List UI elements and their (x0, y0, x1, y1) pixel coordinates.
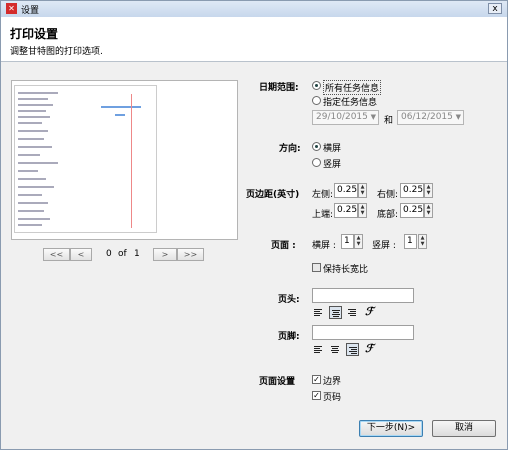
top-margin-label: 上端: (312, 210, 334, 220)
preview-line (18, 104, 53, 106)
preview-today-line (131, 94, 132, 228)
chevron-down-icon: ▼ (455, 113, 461, 121)
left-margin-input[interactable]: 0.25 (334, 183, 358, 198)
top-margin-input[interactable]: 0.25 (334, 203, 358, 218)
and-label: 和 (384, 116, 394, 126)
keep-ratio-label[interactable]: 保持长宽比 (323, 262, 368, 275)
landscape-label[interactable]: 横屏 (323, 141, 341, 154)
portrait-radio[interactable] (312, 158, 321, 167)
preview-line (18, 92, 58, 94)
title-bar: ✕ 设置 x (1, 1, 507, 18)
chevron-down-icon: ▼ (370, 113, 376, 121)
preview-line (18, 194, 42, 196)
top-margin-stepper[interactable]: ▲ ▼ (358, 203, 367, 218)
page-number-label[interactable]: 页码 (323, 390, 341, 403)
bottom-margin-label: 底部: (377, 210, 399, 220)
next-page-button[interactable]: > (153, 248, 177, 261)
preview-line (18, 178, 46, 180)
first-page-button[interactable]: << (43, 248, 70, 261)
align-center-icon[interactable] (329, 306, 342, 319)
left-margin-stepper[interactable]: ▲ ▼ (358, 183, 367, 198)
align-left-icon[interactable] (312, 343, 325, 356)
total-pages: 1 (134, 249, 140, 259)
preview-line (18, 224, 42, 226)
page-header-input[interactable] (312, 288, 414, 303)
end-date-value: 06/12/2015 (401, 112, 453, 122)
border-checkbox[interactable]: ✓ (312, 375, 321, 384)
bottom-margin-stepper[interactable]: ▲ ▼ (424, 203, 433, 218)
insert-field-icon[interactable]: ℱ (365, 305, 374, 318)
start-date-value: 29/10/2015 (316, 112, 368, 122)
preview-gantt-bar (115, 114, 125, 116)
align-center-icon[interactable] (329, 343, 342, 356)
page-of-label: of (118, 249, 127, 259)
vertical-pages-stepper[interactable]: ▲ ▼ (418, 234, 427, 249)
next-button[interactable]: 下一步(N)> (359, 420, 423, 437)
page-settings-label: 页面设置 (259, 377, 296, 387)
bottom-margin-input[interactable]: 0.25 (400, 203, 424, 218)
window-title: 设置 (21, 6, 40, 16)
preview-line (18, 218, 50, 220)
all-tasks-label[interactable]: 所有任务信息 (323, 80, 382, 95)
align-left-icon[interactable] (312, 306, 325, 319)
page-header-label: 页头: (278, 295, 300, 305)
preview-line (18, 116, 50, 118)
right-margin-stepper[interactable]: ▲ ▼ (424, 183, 433, 198)
preview-gantt-bar (101, 106, 141, 108)
page-footer-input[interactable] (312, 325, 414, 340)
horizontal-pages-label: 横屏 : (312, 241, 336, 251)
landscape-radio[interactable] (312, 142, 321, 151)
page-number-checkbox[interactable]: ✓ (312, 391, 321, 400)
current-page: 0 (106, 249, 112, 259)
preview-line (18, 122, 42, 124)
preview-line (18, 98, 48, 100)
preview-line (18, 162, 58, 164)
page-subtitle: 调整甘特图的打印选项. (10, 47, 103, 57)
keep-ratio-checkbox[interactable] (312, 263, 321, 272)
preview-line (18, 186, 54, 188)
start-date-picker[interactable]: 29/10/2015 ▼ (312, 110, 379, 125)
orientation-label: 方向: (279, 144, 301, 154)
preview-line (18, 138, 44, 140)
end-date-picker[interactable]: 06/12/2015 ▼ (397, 110, 464, 125)
preview-page-thumbnail (14, 85, 157, 233)
all-tasks-radio[interactable] (312, 81, 321, 90)
preview-line (18, 210, 44, 212)
prev-page-button[interactable]: < (70, 248, 92, 261)
page-title: 打印设置 (10, 27, 59, 41)
right-margin-label: 右侧: (377, 190, 399, 200)
close-button[interactable]: x (488, 3, 502, 14)
preview-line (18, 170, 38, 172)
settings-window: ✕ 设置 x 打印设置 调整甘特图的打印选项. << < 0 of 1 > >>… (0, 0, 508, 450)
print-preview (11, 80, 238, 240)
preview-line (18, 110, 46, 112)
horizontal-pages-input[interactable]: 1 (341, 234, 354, 249)
dialog-header: 打印设置 调整甘特图的打印选项. (1, 17, 507, 62)
horizontal-pages-stepper[interactable]: ▲ ▼ (354, 234, 363, 249)
insert-field-icon[interactable]: ℱ (365, 342, 374, 355)
pages-label: 页面 : (271, 241, 296, 251)
align-right-icon[interactable] (346, 306, 359, 319)
app-logo-icon: ✕ (6, 3, 17, 14)
preview-line (18, 130, 48, 132)
specified-tasks-radio[interactable] (312, 96, 321, 105)
vertical-pages-label: 竖屏 : (372, 241, 396, 251)
align-right-icon[interactable] (346, 343, 359, 356)
preview-line (18, 154, 40, 156)
page-footer-label: 页脚: (278, 332, 300, 342)
right-margin-input[interactable]: 0.25 (400, 183, 424, 198)
cancel-button[interactable]: 取消 (432, 420, 496, 437)
date-range-label: 日期范围: (259, 83, 299, 93)
portrait-label[interactable]: 竖屏 (323, 157, 341, 170)
preview-line (18, 202, 48, 204)
left-margin-label: 左侧: (312, 190, 334, 200)
preview-line (18, 146, 52, 148)
last-page-button[interactable]: >> (177, 248, 204, 261)
vertical-pages-input[interactable]: 1 (404, 234, 417, 249)
border-label[interactable]: 边界 (323, 374, 341, 387)
margins-label: 页边距(英寸) (246, 190, 300, 200)
specified-tasks-label[interactable]: 指定任务信息 (323, 95, 377, 108)
